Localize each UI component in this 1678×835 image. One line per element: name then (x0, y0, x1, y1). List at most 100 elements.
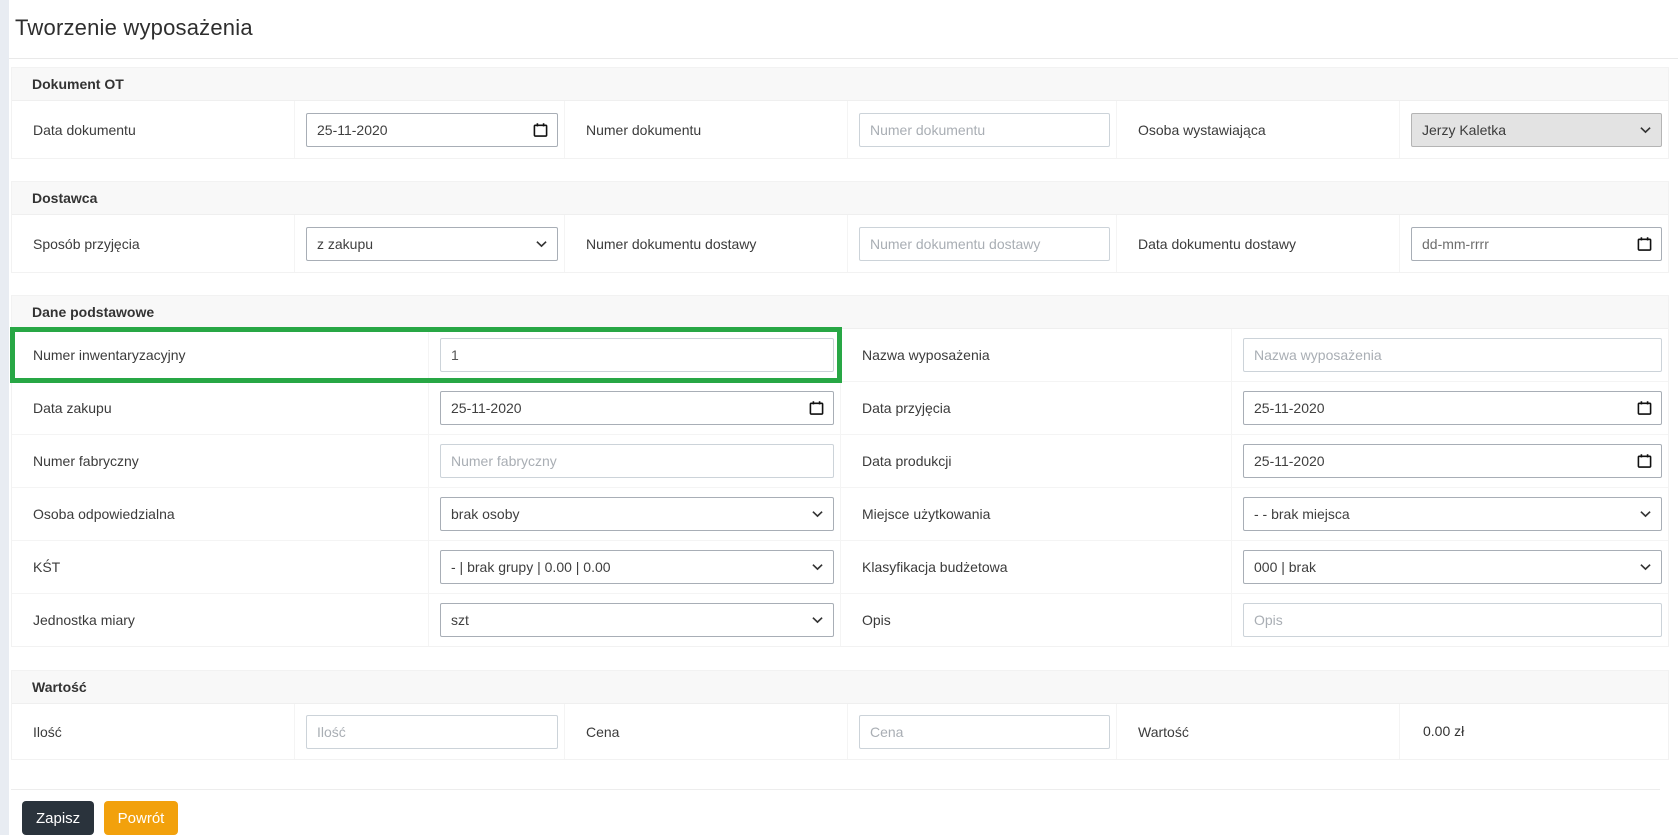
date-input-wrapper (440, 391, 834, 425)
field-label: Numer dokumentu dostawy (565, 215, 848, 272)
calendar-icon[interactable] (1637, 454, 1652, 469)
opis-input[interactable] (1243, 603, 1662, 637)
field-control: brak osoby (429, 497, 840, 531)
field-opis: Opis (840, 594, 1668, 646)
chevron-down-icon (1640, 563, 1651, 571)
form-row: Data zakupu Data przyjęcia (12, 381, 1668, 434)
field-jednostka-miary: Jednostka miary szt (12, 594, 840, 646)
form-row: Ilość Cena Wartość 0.00 zł (12, 704, 1668, 759)
data-produkcji-input[interactable] (1243, 444, 1662, 478)
field-label: Data przyjęcia (841, 382, 1232, 434)
chevron-down-icon (1640, 126, 1651, 134)
calendar-icon[interactable] (1637, 236, 1652, 251)
numer-dokumentu-dostawy-input[interactable] (859, 226, 1110, 261)
chevron-down-icon (536, 240, 547, 248)
field-label: Nazwa wyposażenia (841, 329, 1232, 381)
field-numer-inwentaryzacyjny: Numer inwentaryzacyjny (10, 327, 842, 383)
field-label: Osoba wystawiająca (1117, 101, 1400, 158)
miejsce-uzytkowania-select[interactable]: - - brak miejsca (1243, 497, 1662, 531)
field-control (848, 112, 1116, 147)
field-label: Data dokumentu dostawy (1117, 215, 1400, 272)
nazwa-wyposazenia-input[interactable] (1243, 338, 1662, 372)
field-label: KŚT (12, 541, 429, 593)
osoba-odpowiedzialna-select[interactable]: brak osoby (440, 497, 834, 531)
field-control (295, 112, 564, 147)
data-dokumentu-dostawy-input[interactable] (1411, 226, 1662, 261)
field-numer-fabryczny: Numer fabryczny (12, 435, 840, 487)
page-header: Tworzenie wyposażenia (9, 0, 1678, 59)
field-data-dokumentu-dostawy: Data dokumentu dostawy (1116, 215, 1668, 272)
field-control: 000 | brak (1232, 550, 1668, 584)
save-button[interactable]: Zapisz (22, 801, 95, 835)
form-row: Data dokumentu Numer dokumentu (12, 101, 1668, 158)
section-title-wartosc: Wartość (12, 671, 1668, 704)
equipment-form: Dokument OT Data dokumentu Numer dok (10, 67, 1669, 835)
field-label: Numer dokumentu (565, 101, 848, 158)
calendar-icon[interactable] (533, 122, 548, 137)
osoba-wystawiajaca-select[interactable]: Jerzy Kaletka (1411, 112, 1662, 147)
jednostka-miary-select[interactable]: szt (440, 603, 834, 637)
data-przyjecia-input[interactable] (1243, 391, 1662, 425)
field-control (848, 714, 1116, 749)
main-content: Tworzenie wyposażenia Dokument OT Data d… (9, 0, 1678, 835)
data-dokumentu-input[interactable] (306, 112, 558, 147)
field-label: Data produkcji (841, 435, 1232, 487)
field-kst: KŚT - | brak grupy | 0.00 | 0.00 (12, 541, 840, 593)
field-control: - | brak grupy | 0.00 | 0.00 (429, 550, 840, 584)
field-label: Klasyfikacja budżetowa (841, 541, 1232, 593)
section-dokument-ot: Dokument OT Data dokumentu Numer dok (11, 67, 1669, 159)
select-value: szt (451, 612, 469, 628)
select-value: 000 | brak (1254, 559, 1317, 575)
calendar-icon[interactable] (809, 401, 824, 416)
page-title: Tworzenie wyposażenia (15, 15, 253, 40)
select-value: - - brak miejsca (1254, 506, 1350, 522)
field-cena: Cena (564, 704, 1116, 759)
field-control (295, 714, 564, 749)
field-label: Cena (565, 704, 848, 759)
field-osoba-odpowiedzialna: Osoba odpowiedzialna brak osoby (12, 488, 840, 540)
chevron-down-icon (1640, 510, 1651, 518)
cena-input[interactable] (859, 714, 1110, 749)
back-button[interactable]: Powrót (103, 801, 179, 835)
calendar-icon[interactable] (1637, 401, 1652, 416)
field-control: z zakupu (295, 226, 564, 261)
field-wartosc: Wartość 0.00 zł (1116, 704, 1668, 759)
date-input-wrapper (1243, 444, 1662, 478)
klasyfikacja-budzetowa-select[interactable]: 000 | brak (1243, 550, 1662, 584)
chevron-down-icon (812, 563, 823, 571)
field-control (1232, 444, 1668, 478)
field-control (429, 444, 840, 478)
field-control: 0.00 zł (1400, 723, 1668, 741)
form-row: Numer inwentaryzacyjny Nazwa wyposażenia (10, 327, 1668, 383)
numer-fabryczny-input[interactable] (440, 444, 834, 478)
field-nazwa-wyposazenia: Nazwa wyposażenia (840, 329, 1668, 381)
field-control: Jerzy Kaletka (1400, 112, 1668, 147)
form-row: Osoba odpowiedzialna brak osoby Miejsce … (12, 487, 1668, 540)
field-control: szt (429, 603, 840, 637)
field-miejsce-uzytkowania: Miejsce użytkowania - - brak miejsca (840, 488, 1668, 540)
form-row: Numer fabryczny Data produkcji (12, 434, 1668, 487)
field-control (429, 391, 840, 425)
field-control (1232, 603, 1668, 637)
field-label: Numer inwentaryzacyjny (12, 329, 429, 381)
field-osoba-wystawiajaca: Osoba wystawiająca Jerzy Kaletka (1116, 101, 1668, 158)
select-value: z zakupu (317, 235, 374, 252)
wartosc-computed-value: 0.00 zł (1423, 722, 1465, 739)
ilosc-input[interactable] (306, 714, 558, 749)
section-dostawca: Dostawca Sposób przyjęcia z zakupu Numer… (11, 181, 1669, 273)
field-label: Data zakupu (12, 382, 429, 434)
field-label: Opis (841, 594, 1232, 646)
field-data-przyjecia: Data przyjęcia (840, 382, 1668, 434)
form-row: Jednostka miary szt Opis (12, 593, 1668, 646)
field-label: Miejsce użytkowania (841, 488, 1232, 540)
kst-select[interactable]: - | brak grupy | 0.00 | 0.00 (440, 550, 834, 584)
select-value: Jerzy Kaletka (1422, 121, 1507, 138)
field-control (1232, 338, 1668, 372)
select-value: - | brak grupy | 0.00 | 0.00 (451, 559, 611, 575)
numer-dokumentu-input[interactable] (859, 112, 1110, 147)
sposob-przyjecia-select[interactable]: z zakupu (306, 226, 558, 261)
numer-inwentaryzacyjny-input[interactable] (440, 338, 834, 372)
data-zakupu-input[interactable] (440, 391, 834, 425)
sidebar-edge-strip (0, 0, 9, 835)
field-ilosc: Ilość (12, 704, 564, 759)
